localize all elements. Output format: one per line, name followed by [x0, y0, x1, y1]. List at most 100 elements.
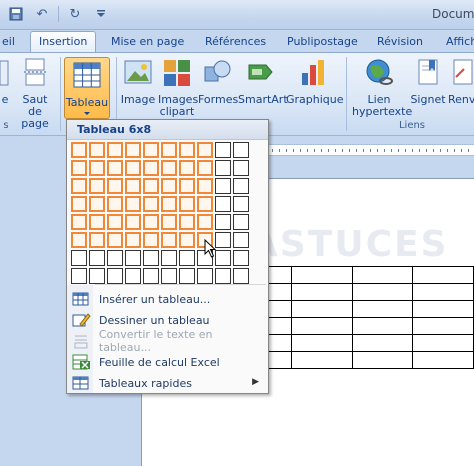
table-cell[interactable] — [290, 283, 353, 301]
tab-mise-en-page[interactable]: Mise en page — [111, 33, 184, 52]
grid-cell-selected[interactable] — [89, 196, 105, 212]
grid-cell-selected[interactable] — [197, 142, 213, 158]
grid-cell-selected[interactable] — [71, 178, 87, 194]
customize-qat-icon[interactable] — [91, 5, 111, 23]
grid-cell-selected[interactable] — [161, 214, 177, 230]
saut-de-page-button[interactable]: Saut de page — [14, 57, 56, 130]
grid-cell-selected[interactable] — [89, 214, 105, 230]
grid-cell-selected[interactable] — [179, 160, 195, 176]
grid-cell-selected[interactable] — [197, 214, 213, 230]
grid-cell[interactable] — [233, 232, 249, 248]
signet-button[interactable]: Signet — [410, 57, 446, 106]
table-cell[interactable] — [351, 283, 414, 301]
grid-cell-selected[interactable] — [179, 178, 195, 194]
horizontal-ruler[interactable] — [240, 144, 474, 156]
grid-cell-selected[interactable] — [107, 232, 123, 248]
grid-cell[interactable] — [233, 214, 249, 230]
grid-cell[interactable] — [215, 268, 231, 284]
menu-item-tableaux-rapides[interactable]: Tableaux rapides ▶ — [69, 373, 267, 393]
grid-cell[interactable] — [233, 250, 249, 266]
grid-cell-selected[interactable] — [107, 142, 123, 158]
grid-cell-selected[interactable] — [125, 160, 141, 176]
grid-cell-selected[interactable] — [71, 142, 87, 158]
grid-cell-selected[interactable] — [125, 232, 141, 248]
grid-cell-selected[interactable] — [161, 160, 177, 176]
grid-cell-selected[interactable] — [143, 142, 159, 158]
renvoi-button[interactable]: Renv — [448, 57, 474, 106]
grid-cell[interactable] — [71, 268, 87, 284]
grid-cell-selected[interactable] — [143, 214, 159, 230]
grid-cell[interactable] — [143, 268, 159, 284]
tab-affichage[interactable]: Affich — [446, 33, 474, 52]
image-button[interactable]: Image — [120, 57, 156, 106]
table-size-grid[interactable] — [71, 142, 249, 284]
grid-cell[interactable] — [89, 268, 105, 284]
undo-icon[interactable]: ↶ — [32, 5, 52, 23]
redo-icon[interactable]: ↻ — [65, 5, 85, 23]
grid-cell[interactable] — [179, 268, 195, 284]
grid-cell[interactable] — [215, 214, 231, 230]
grid-cell-selected[interactable] — [179, 196, 195, 212]
tab-accueil[interactable]: eil — [2, 33, 15, 52]
grid-cell-selected[interactable] — [143, 232, 159, 248]
grid-cell-selected[interactable] — [125, 196, 141, 212]
grid-cell-selected[interactable] — [197, 178, 213, 194]
grid-cell[interactable] — [233, 178, 249, 194]
table-cell[interactable] — [290, 334, 353, 352]
grid-cell-selected[interactable] — [107, 178, 123, 194]
page-break-partial-button[interactable]: e — [0, 57, 10, 106]
grid-cell[interactable] — [215, 178, 231, 194]
table-cell[interactable] — [290, 266, 353, 284]
grid-cell[interactable] — [233, 142, 249, 158]
grid-cell-selected[interactable] — [107, 196, 123, 212]
grid-cell-selected[interactable] — [71, 214, 87, 230]
table-cell[interactable] — [412, 351, 474, 369]
table-cell[interactable] — [290, 351, 353, 369]
grid-cell[interactable] — [179, 250, 195, 266]
grid-cell-selected[interactable] — [89, 178, 105, 194]
grid-cell-selected[interactable] — [179, 214, 195, 230]
table-cell[interactable] — [351, 266, 414, 284]
grid-cell-selected[interactable] — [89, 232, 105, 248]
grid-cell[interactable] — [107, 268, 123, 284]
tab-insertion[interactable]: Insertion — [30, 31, 97, 53]
grid-cell[interactable] — [233, 160, 249, 176]
grid-cell[interactable] — [197, 268, 213, 284]
table-cell[interactable] — [412, 334, 474, 352]
grid-cell[interactable] — [215, 196, 231, 212]
grid-cell[interactable] — [89, 250, 105, 266]
grid-cell-selected[interactable] — [179, 142, 195, 158]
formes-button[interactable]: Formes — [198, 57, 238, 106]
table-cell[interactable] — [412, 266, 474, 284]
grid-cell[interactable] — [233, 268, 249, 284]
menu-item-inserer-tableau[interactable]: Insérer un tableau... — [69, 289, 267, 309]
grid-cell-selected[interactable] — [107, 214, 123, 230]
grid-cell[interactable] — [215, 142, 231, 158]
grid-cell-selected[interactable] — [161, 196, 177, 212]
grid-cell[interactable] — [161, 268, 177, 284]
table-cell[interactable] — [412, 300, 474, 318]
grid-cell-selected[interactable] — [197, 160, 213, 176]
grid-cell-selected[interactable] — [143, 178, 159, 194]
graphique-button[interactable]: Graphique — [286, 57, 344, 106]
grid-cell-selected[interactable] — [125, 142, 141, 158]
grid-cell[interactable] — [233, 196, 249, 212]
grid-cell-selected[interactable] — [125, 214, 141, 230]
tab-publipostage[interactable]: Publipostage — [287, 33, 358, 52]
grid-cell[interactable] — [125, 250, 141, 266]
table-cell[interactable] — [290, 300, 353, 318]
tab-revision[interactable]: Révision — [377, 33, 423, 52]
images-clipart-button[interactable]: Images clipart — [158, 57, 198, 118]
grid-cell-selected[interactable] — [89, 160, 105, 176]
table-cell[interactable] — [351, 317, 414, 335]
grid-cell[interactable] — [161, 250, 177, 266]
grid-cell-selected[interactable] — [161, 178, 177, 194]
lien-hypertexte-button[interactable]: Lien hypertexte — [352, 57, 412, 118]
grid-cell[interactable] — [125, 268, 141, 284]
grid-cell-selected[interactable] — [89, 142, 105, 158]
save-icon[interactable] — [6, 5, 26, 23]
table-cell[interactable] — [290, 317, 353, 335]
grid-cell[interactable] — [107, 250, 123, 266]
table-cell[interactable] — [412, 283, 474, 301]
table-cell[interactable] — [351, 334, 414, 352]
